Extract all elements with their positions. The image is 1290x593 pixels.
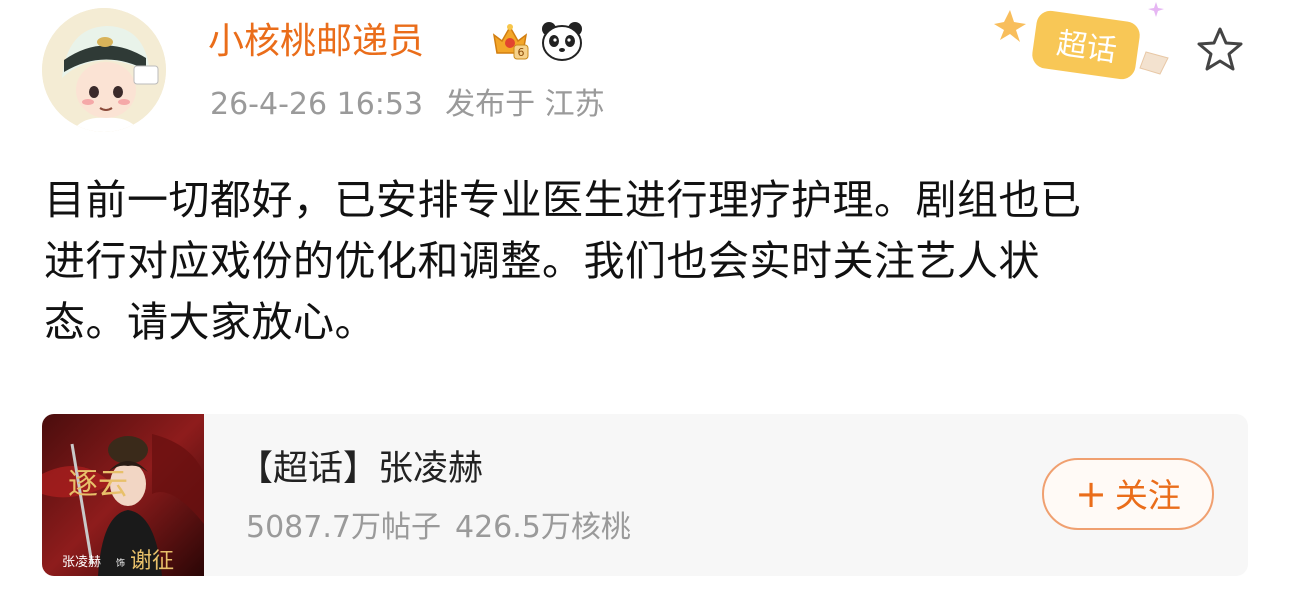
supertopic-stats: 5087.7万帖子 426.5万核桃: [246, 508, 631, 548]
walnut-count: 426.5万核桃: [454, 510, 631, 545]
badge-level: 6: [518, 46, 525, 59]
chaohua-badge-icon[interactable]: 超话: [990, 0, 1180, 90]
crown-badge-icon: 6: [488, 19, 532, 63]
username[interactable]: 小核桃邮递员: [208, 18, 424, 66]
panda-icon: [539, 19, 585, 63]
posts-count: 5087.7万帖子: [246, 510, 441, 545]
post-text-line: 进行对应戏份的优化和调整。我们也会实时关注艺人状: [44, 237, 1040, 285]
post-meta: 26-4-26 16:53 发布于 江苏: [210, 84, 605, 126]
plus-icon: +: [1075, 472, 1107, 516]
star-icon[interactable]: [1194, 24, 1246, 76]
post-text-line: 目前一切都好，已安排专业医生进行理疗护理。剧组也已: [44, 176, 1082, 224]
follow-button[interactable]: + 关注: [1042, 458, 1214, 530]
post-timestamp: 26-4-26 16:53: [210, 87, 424, 122]
cover-title-text: 逐云: [68, 467, 128, 502]
supertopic-card[interactable]: 逐云 张凌赫 饰 谢征 【超话】张凌赫 5087.7万帖子 426.5万核桃 + 关…: [42, 414, 1248, 576]
cover-actor-name: 张凌赫: [62, 555, 101, 570]
avatar[interactable]: [42, 8, 166, 132]
post-text: 目前一切都好，已安排专业医生进行理疗护理。剧组也已 进行对应戏份的优化和调整。我…: [44, 170, 1254, 353]
supertopic-cover-image: 逐云 张凌赫 饰 谢征: [42, 414, 204, 576]
follow-label: 关注: [1114, 476, 1181, 515]
cover-role-label: 饰: [116, 557, 125, 569]
cover-role-name: 谢征: [130, 549, 174, 574]
supertopic-title[interactable]: 【超话】张凌赫: [238, 446, 483, 492]
post-location: 发布于 江苏: [445, 87, 605, 122]
post-text-line: 态。请大家放心。: [44, 298, 376, 346]
